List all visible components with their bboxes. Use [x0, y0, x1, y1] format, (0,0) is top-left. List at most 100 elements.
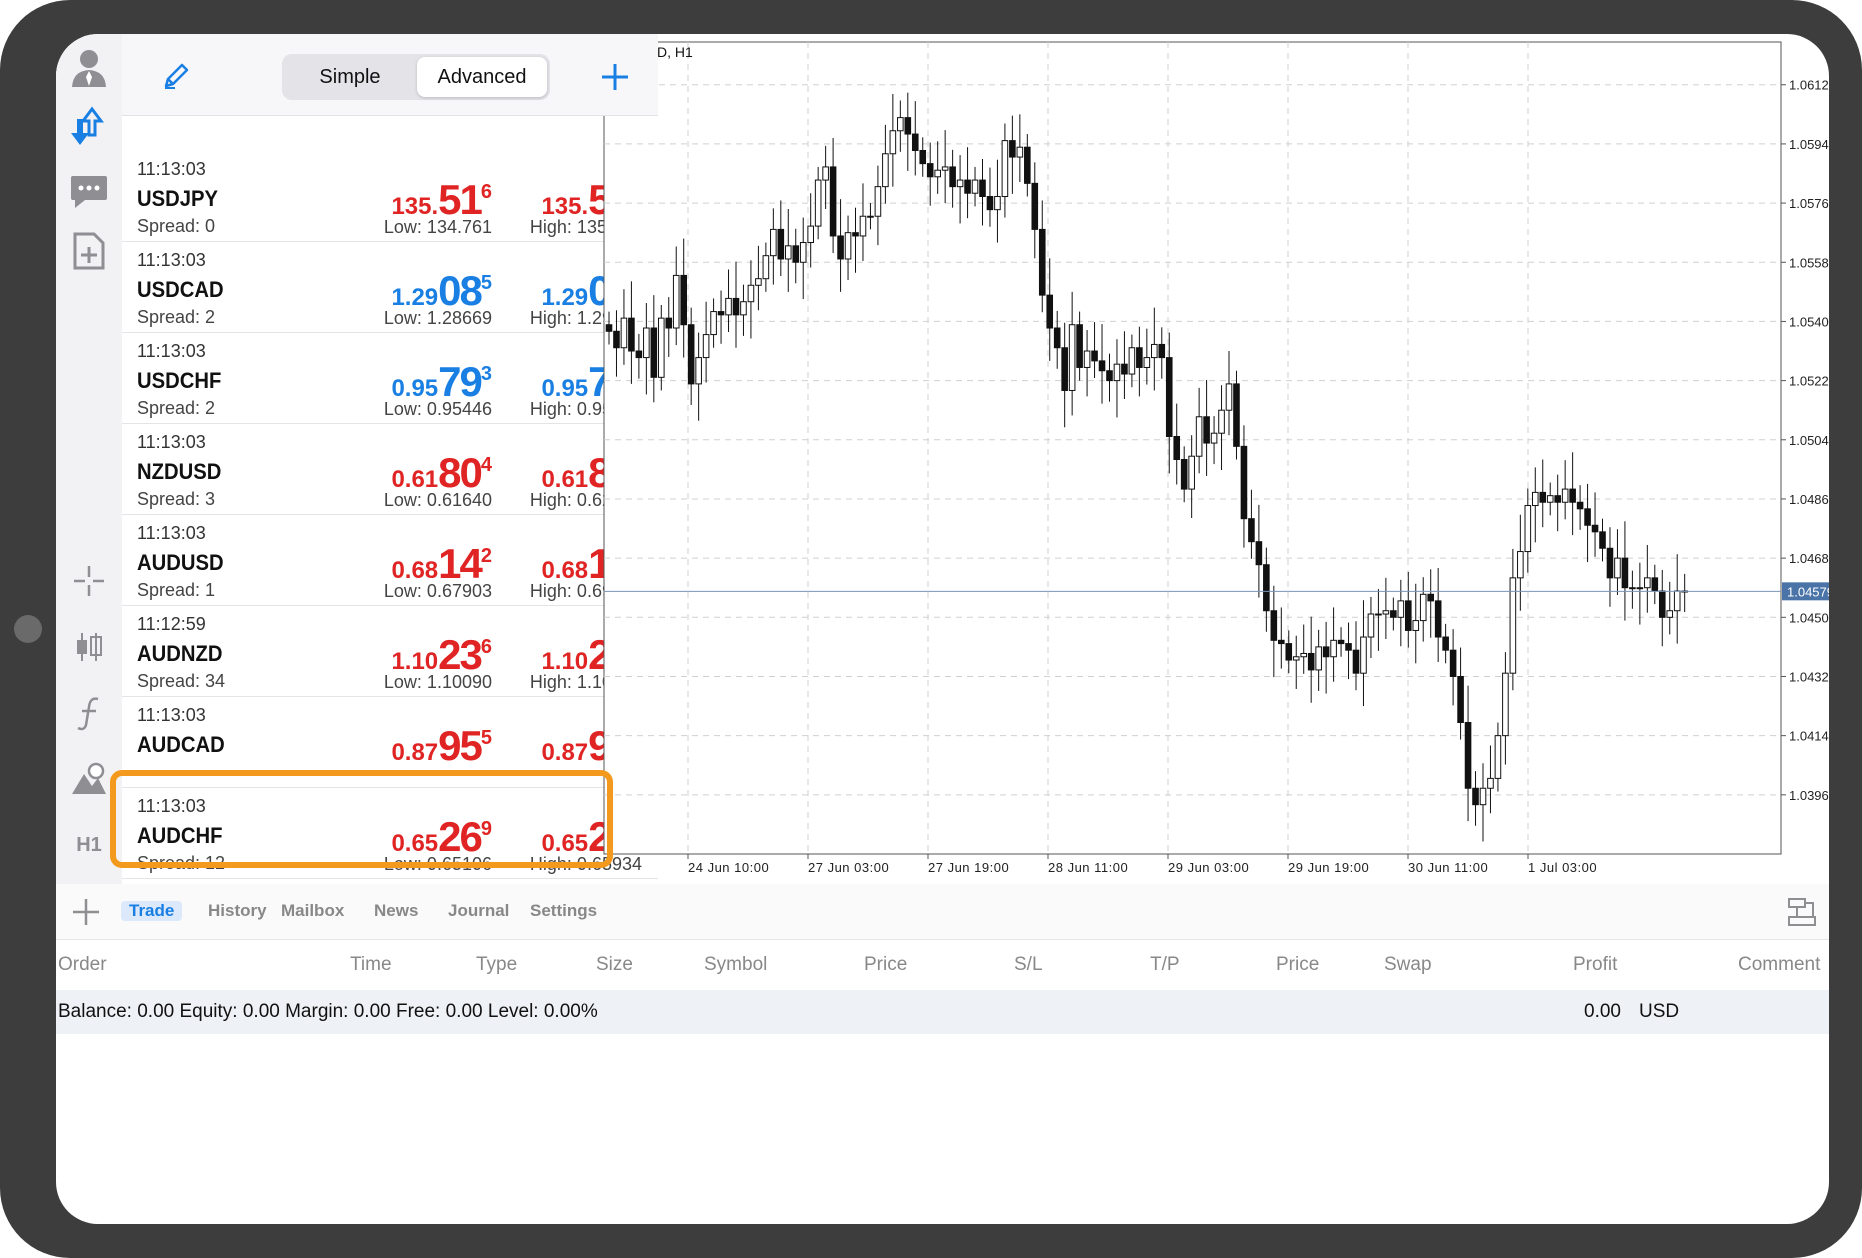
bid-price-prefix: 0.61 — [391, 466, 439, 493]
quotes-panel: Simple Advanced Spread: 0Low: 1.20931Hig… — [122, 34, 658, 884]
quote-row[interactable]: 11:12:59AUDNZDSpread: 341.102361.10270Lo… — [122, 606, 658, 697]
tab-history[interactable]: History — [208, 901, 267, 921]
x-tick-label: 27 Jun 03:00 — [808, 860, 889, 875]
candle-body — [1621, 557, 1629, 589]
candle-body — [1240, 445, 1248, 520]
candle-body — [1061, 347, 1068, 391]
bid-price-point: 5 — [480, 272, 492, 294]
candle-body — [732, 297, 740, 316]
new-order-icon[interactable] — [64, 226, 114, 276]
quote-row[interactable]: 11:13:03USDJPYSpread: 0135.516135.516Low… — [122, 151, 658, 242]
candle-body — [1591, 524, 1599, 533]
candle-body — [1038, 228, 1046, 296]
candle-body — [874, 186, 882, 217]
candle-body — [852, 232, 859, 237]
quote-time: 11:13:03 — [137, 341, 206, 361]
quote-low: Low: 0.61640 — [383, 490, 492, 510]
bid-price-point: 3 — [480, 363, 492, 385]
quote-low: Low: 0.95446 — [383, 399, 492, 419]
account-icon[interactable] — [64, 42, 114, 92]
add-symbol-icon[interactable] — [592, 54, 638, 100]
candle-body — [1143, 357, 1151, 368]
candle-body — [911, 133, 919, 151]
tab-news[interactable]: News — [374, 901, 418, 921]
column-header[interactable]: T/P — [1150, 954, 1180, 976]
column-header[interactable]: Price — [864, 954, 907, 976]
y-tick-label: 1.04860 — [1789, 492, 1829, 507]
bid-price[interactable]: 0.95793 — [342, 361, 492, 403]
bid-price[interactable]: 1.29085 — [342, 270, 492, 312]
column-header[interactable]: Order — [58, 954, 107, 976]
candle-body — [1434, 600, 1442, 638]
advanced-tab[interactable]: Advanced — [417, 57, 547, 97]
chart-type-icon[interactable] — [64, 622, 114, 672]
candle-body — [717, 311, 725, 316]
column-header[interactable]: Time — [350, 954, 392, 976]
candle-body — [934, 169, 941, 178]
candle-body — [1278, 639, 1285, 645]
quote-symbol: AUDUSD — [137, 550, 224, 575]
simple-tab[interactable]: Simple — [285, 57, 415, 97]
column-header[interactable]: Size — [596, 954, 633, 976]
candle-body — [867, 215, 874, 218]
candle-body — [1337, 639, 1345, 645]
bid-price[interactable]: 0.68142 — [342, 543, 492, 585]
balance-text: Balance: 0.00 Equity: 0.00 Margin: 0.00 … — [58, 1001, 598, 1022]
column-header[interactable]: Comment — [1738, 954, 1820, 976]
chart-canvas[interactable]: 1.06120 1.05940 1.05760 1.05580 1.05400 1.052… — [602, 34, 1829, 884]
candle-body — [1584, 508, 1591, 526]
candle-body — [941, 166, 949, 171]
candle-body — [725, 297, 732, 316]
quote-row[interactable]: 11:13:03NZDUSDSpread: 30.618040.61807Low… — [122, 424, 658, 515]
column-header[interactable]: Symbol — [704, 954, 767, 976]
objects-icon[interactable] — [64, 754, 114, 804]
candle-body — [643, 327, 650, 359]
bid-price-prefix: 0.87 — [391, 739, 439, 766]
column-header[interactable]: S/L — [1014, 954, 1043, 976]
quote-symbol: USDJPY — [137, 186, 219, 211]
column-header[interactable]: Price — [1276, 954, 1319, 976]
indicators-icon[interactable] — [64, 688, 114, 738]
layout-icon[interactable] — [1783, 894, 1819, 930]
left-toolbar: H1 — [56, 34, 122, 884]
add-icon[interactable] — [66, 892, 106, 932]
candle-body — [979, 179, 986, 198]
candle-body — [672, 274, 680, 329]
quote-spread: Spread: 2 — [137, 398, 216, 418]
quotes-icon[interactable] — [64, 102, 114, 152]
bid-price-pips: 14 — [438, 540, 483, 587]
bid-price[interactable]: 0.87955 — [342, 725, 492, 767]
edit-pencil-icon[interactable] — [156, 56, 196, 96]
tab-settings[interactable]: Settings — [530, 901, 597, 921]
chat-icon[interactable] — [64, 166, 114, 216]
candle-body — [1666, 610, 1674, 618]
quote-row[interactable]: 11:13:03USDCHFSpread: 20.957930.95795Low… — [122, 333, 658, 424]
candle-body — [1091, 350, 1098, 362]
y-tick-label: 1.04140 — [1789, 729, 1829, 744]
timeframe-button[interactable]: H1 — [64, 820, 114, 870]
candle-body — [829, 166, 837, 237]
quote-row[interactable]: 11:13:03AUDUSDSpread: 10.681420.68143Low… — [122, 515, 658, 606]
bid-price[interactable]: 0.61804 — [342, 452, 492, 494]
quote-spread: Spread: 1 — [137, 580, 216, 600]
bid-price-pips: 80 — [438, 449, 483, 496]
candle-body — [1606, 547, 1614, 579]
tab-journal[interactable]: Journal — [448, 901, 509, 921]
bid-price[interactable]: 1.10236 — [342, 634, 492, 676]
price-chart[interactable]: 1.06120 1.05940 1.05760 1.05580 1.05400 1.052… — [602, 34, 1829, 884]
tab-mailbox[interactable]: Mailbox — [281, 901, 344, 921]
candle-body — [1449, 649, 1457, 677]
candle-body — [740, 301, 747, 316]
candle-body — [1345, 643, 1352, 651]
column-header[interactable]: Type — [476, 954, 517, 976]
tab-trade[interactable]: Trade — [121, 901, 183, 921]
candle-body — [747, 284, 755, 303]
column-header[interactable]: Swap — [1384, 954, 1432, 976]
bid-price[interactable]: 135.516 — [342, 179, 492, 221]
candle-body — [1076, 324, 1083, 368]
ask-price-prefix: 1.10 — [541, 648, 589, 675]
candle-body — [695, 357, 702, 385]
quote-row[interactable]: 11:13:03USDCADSpread: 21.290851.29087Low… — [122, 242, 658, 333]
crosshair-icon[interactable] — [64, 556, 114, 606]
column-header[interactable]: Profit — [1573, 954, 1617, 976]
